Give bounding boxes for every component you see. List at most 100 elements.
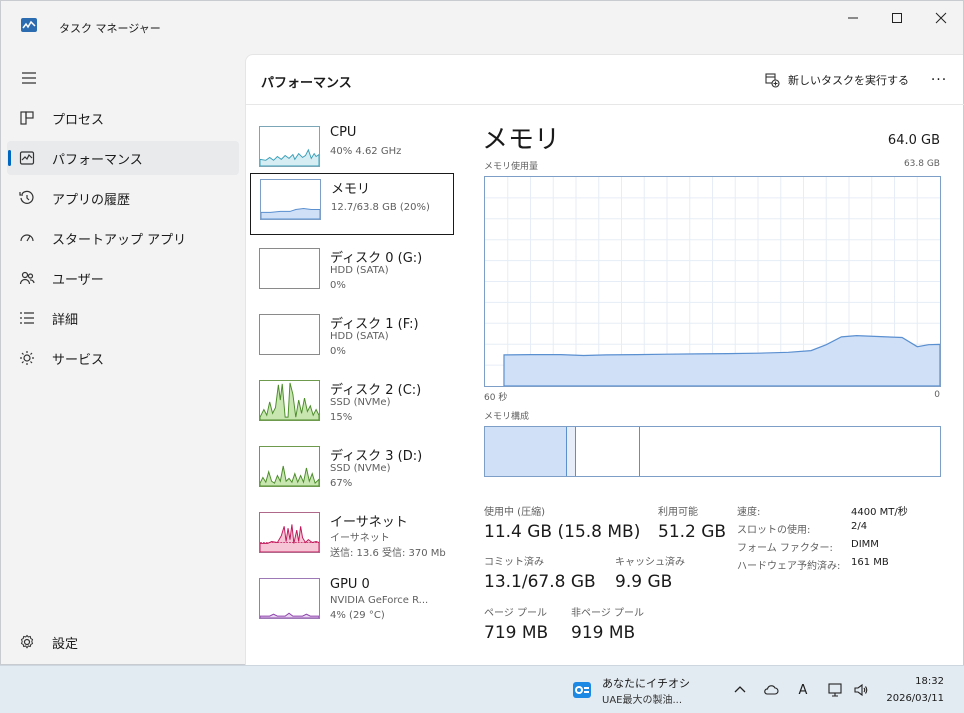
- minimize-button[interactable]: [831, 1, 875, 35]
- run-new-task-label: 新しいタスクを実行する: [788, 74, 909, 87]
- spec-hw-reserved-value: 161 MB: [851, 557, 889, 568]
- news-widget-subtitle[interactable]: UAE最大の製油...: [602, 691, 682, 706]
- perf-item-type: HDD (SATA): [330, 331, 389, 342]
- perf-item-name: ディスク 3 (D:): [330, 449, 423, 464]
- task-manager-window: タスク マネージャー プロセス パフォーマンス アプリの履歴 スタートアップ ア…: [0, 0, 964, 666]
- nav-label: 詳細: [52, 312, 79, 328]
- stat-nonpaged-pool-label: 非ページ プール: [571, 608, 644, 619]
- window-title: タスク マネージャー: [59, 22, 161, 35]
- perf-item-name: ディスク 0 (G:): [330, 251, 423, 266]
- processes-icon: [20, 111, 34, 125]
- composition-in-use[interactable]: [485, 427, 567, 476]
- spec-form-factor-value: DIMM: [851, 539, 879, 550]
- run-new-task-icon: [765, 73, 780, 88]
- stat-committed-value: 13.1/67.8 GB: [484, 572, 596, 592]
- disk-3-thumbnail-graph: [259, 446, 320, 487]
- perf-item-name: メモリ: [331, 182, 371, 197]
- perf-item-detail: 12.7/63.8 GB (20%): [331, 202, 430, 213]
- app-history-icon: [19, 190, 34, 204]
- perf-item-type: SSD (NVMe): [330, 463, 391, 474]
- spec-form-factor-label: フォーム ファクター:: [737, 543, 833, 554]
- perf-item-ethernet[interactable]: イーサネット イーサネット 送信: 13.6 受信: 370 Mb: [250, 507, 454, 569]
- gpu-thumbnail-graph: [259, 578, 320, 619]
- nav-item-details[interactable]: 詳細: [7, 301, 239, 335]
- performance-panel: パフォーマンス 新しいタスクを実行する ··· CPU 40% 4.62 GHz…: [245, 54, 964, 666]
- composition-free[interactable]: [640, 427, 940, 476]
- nav-item-performance[interactable]: パフォーマンス: [7, 141, 239, 175]
- performance-icon: [19, 151, 35, 165]
- chevron-up-icon: [734, 686, 746, 693]
- disk-1-thumbnail-graph: [259, 314, 320, 355]
- active-indicator: [8, 150, 11, 166]
- cpu-thumbnail-graph: [259, 126, 320, 167]
- perf-item-usage: 15%: [330, 412, 353, 423]
- perf-item-name: ディスク 2 (C:): [330, 383, 422, 398]
- details-icon: [20, 312, 34, 324]
- volume-button[interactable]: [851, 680, 871, 700]
- stat-nonpaged-pool-value: 919 MB: [571, 623, 636, 643]
- nav-item-app-history[interactable]: アプリの履歴: [7, 181, 239, 215]
- stat-paged-pool-value: 719 MB: [484, 623, 549, 643]
- perf-item-disk-2[interactable]: ディスク 2 (C:) SSD (NVMe) 15%: [250, 375, 454, 437]
- disk-2-thumbnail-graph: [259, 380, 320, 421]
- ime-indicator[interactable]: A: [793, 680, 813, 700]
- task-manager-app-icon: [21, 18, 37, 32]
- stat-available-label: 利用可能: [658, 507, 698, 518]
- perf-item-usage: 4% (29 °C): [330, 610, 385, 621]
- nav-item-users[interactable]: ユーザー: [7, 261, 239, 295]
- composition-standby[interactable]: [576, 427, 640, 476]
- news-widget-icon[interactable]: [570, 678, 594, 702]
- network-button[interactable]: [825, 680, 845, 700]
- clock-date[interactable]: 2026/03/11: [886, 693, 944, 704]
- nav-item-settings[interactable]: 設定: [7, 625, 239, 659]
- maximize-button[interactable]: [875, 1, 919, 35]
- stat-in-use-value: 11.4 GB (15.8 MB): [484, 522, 641, 542]
- title-bar[interactable]: タスク マネージャー: [1, 1, 963, 41]
- perf-item-throughput: 送信: 13.6 受信: 370 Mb: [330, 548, 446, 559]
- perf-item-gpu[interactable]: GPU 0 NVIDIA GeForce R... 4% (29 °C): [250, 573, 454, 635]
- perf-item-name: GPU 0: [330, 577, 370, 592]
- memory-title: メモリ: [482, 125, 561, 155]
- memory-usage-label: メモリ使用量: [484, 162, 539, 172]
- perf-item-type: SSD (NVMe): [330, 397, 391, 408]
- nav-toggle-button[interactable]: [17, 67, 41, 89]
- spec-speed-label: 速度:: [737, 507, 761, 518]
- more-options-button[interactable]: ···: [927, 69, 951, 91]
- nav-item-services[interactable]: サービス: [7, 341, 239, 375]
- taskbar: あなたにイチオシ UAE最大の製油... A 18:32 2026/03/11: [0, 665, 964, 713]
- ethernet-thumbnail-graph: [259, 512, 320, 553]
- disk-0-thumbnail-graph: [259, 248, 320, 289]
- news-widget-title[interactable]: あなたにイチオシ: [602, 675, 690, 691]
- nav-item-startup[interactable]: スタートアップ アプリ: [7, 221, 239, 255]
- perf-item-usage: 67%: [330, 478, 353, 489]
- perf-item-disk-0[interactable]: ディスク 0 (G:) HDD (SATA) 0%: [250, 243, 454, 305]
- perf-item-disk-3[interactable]: ディスク 3 (D:) SSD (NVMe) 67%: [250, 441, 454, 503]
- onedrive-button[interactable]: [761, 680, 781, 700]
- cloud-icon: [764, 685, 779, 695]
- memory-total: 64.0 GB: [887, 133, 940, 148]
- run-new-task-button[interactable]: 新しいタスクを実行する: [764, 69, 909, 91]
- perf-item-name: CPU: [330, 125, 357, 140]
- composition-modified[interactable]: [566, 427, 576, 476]
- tray-overflow-button[interactable]: [730, 680, 750, 700]
- perf-item-model: NVIDIA GeForce R...: [330, 595, 429, 606]
- spec-speed-value: 4400 MT/秒: [851, 507, 908, 518]
- memory-composition-bar: [484, 426, 941, 477]
- perf-item-memory[interactable]: メモリ 12.7/63.8 GB (20%): [250, 173, 454, 235]
- perf-item-type: HDD (SATA): [330, 265, 389, 276]
- stat-in-use-label: 使用中 (圧縮): [484, 507, 545, 518]
- page-title: パフォーマンス: [261, 76, 352, 91]
- hamburger-icon: [22, 72, 36, 84]
- close-icon: [935, 12, 947, 24]
- x-axis-end-label: 0: [934, 390, 940, 400]
- spec-slots-value: 2/4: [851, 521, 868, 532]
- perf-item-disk-1[interactable]: ディスク 1 (F:) HDD (SATA) 0%: [250, 309, 454, 371]
- gear-icon: [20, 634, 34, 649]
- memory-usage-area: [503, 334, 940, 386]
- speaker-icon: [854, 683, 868, 697]
- nav-item-processes[interactable]: プロセス: [7, 101, 239, 135]
- perf-item-name: イーサネット: [330, 515, 408, 530]
- clock-time[interactable]: 18:32: [915, 676, 944, 687]
- network-icon: [828, 683, 842, 697]
- close-button[interactable]: [919, 1, 963, 35]
